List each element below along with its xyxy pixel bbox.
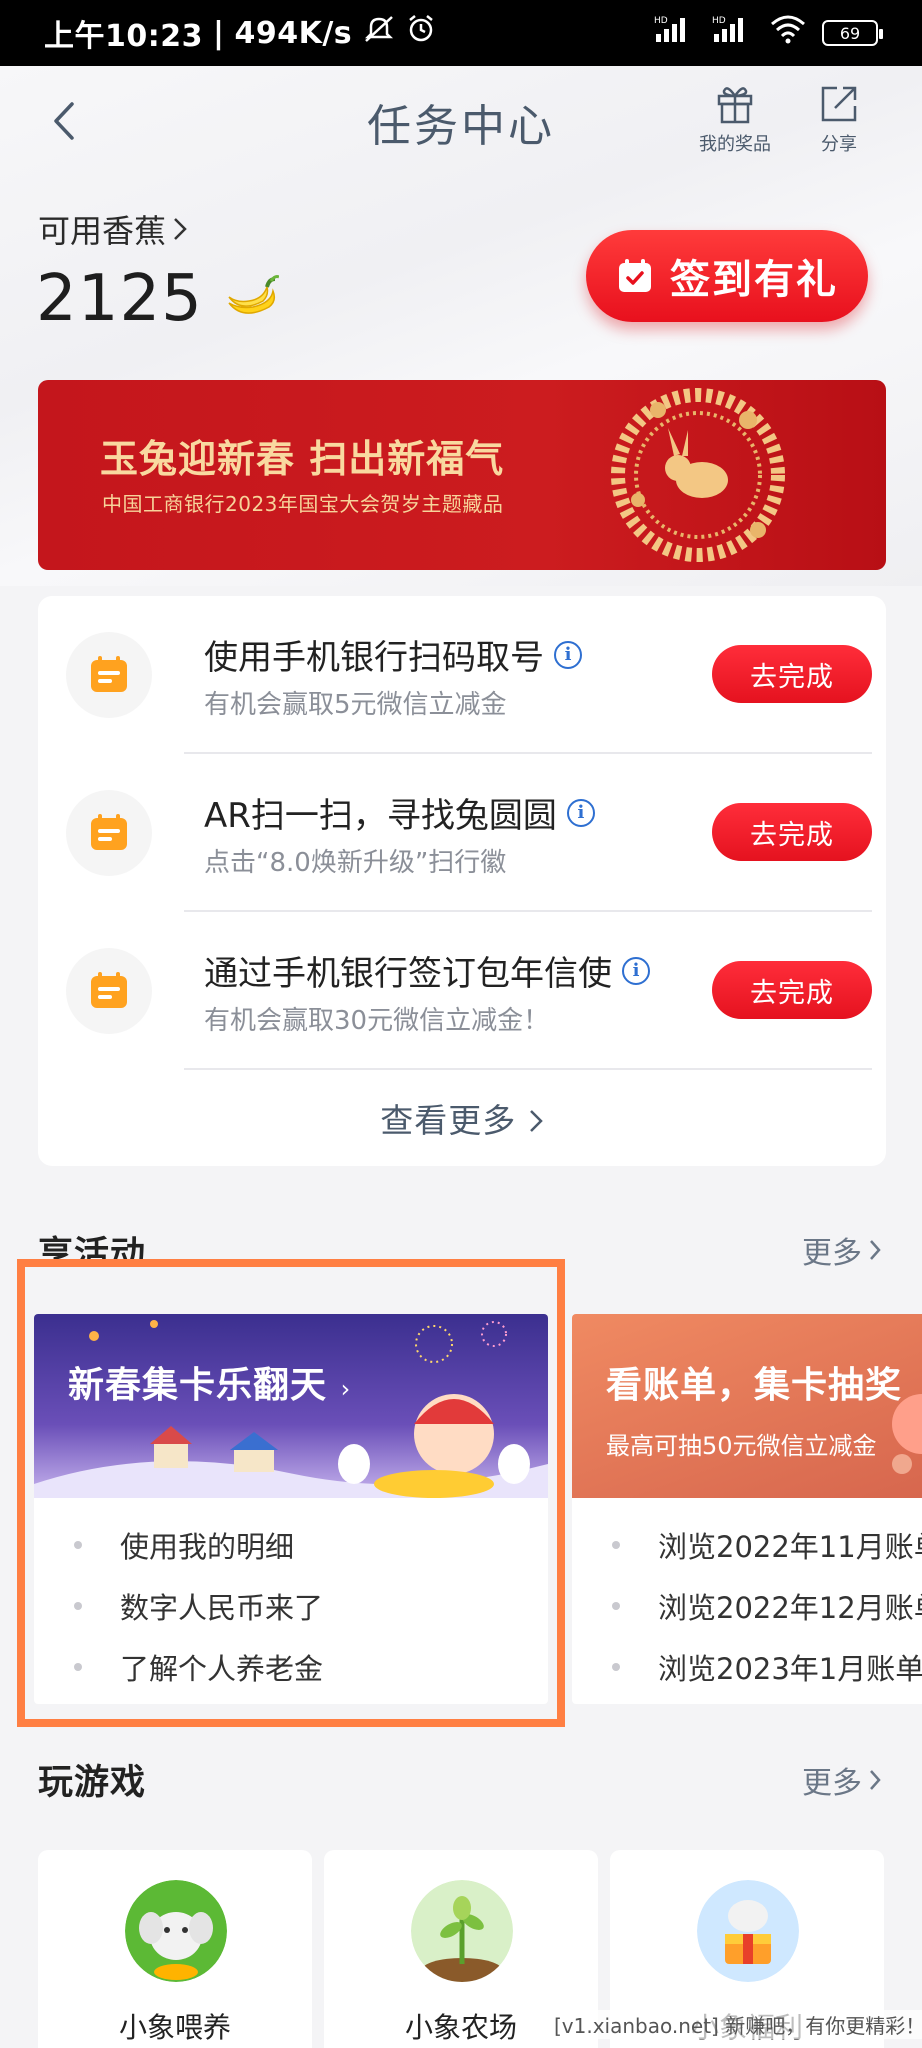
elephant-farm-icon bbox=[411, 1880, 513, 1982]
more-label: 更多 bbox=[802, 1236, 862, 1271]
gift-icon bbox=[717, 87, 753, 124]
share-icon bbox=[821, 86, 857, 122]
see-more-tasks-link[interactable]: 查看更多 bbox=[38, 1094, 886, 1142]
task-complete-button[interactable]: 去完成 bbox=[712, 645, 872, 703]
rabbit-papercut-illustration bbox=[611, 388, 785, 562]
watermark-text: [v1.xianbao.net] 新赚吧，有你更精彩！ bbox=[552, 2010, 922, 2039]
wifi-icon bbox=[768, 14, 808, 52]
page-title: 任务中心 bbox=[367, 101, 555, 152]
task-list-card: 使用手机银行扫码取号 i 有机会赢取5元微信立减金 去完成 AR扫一扫，寻找兔圆圆… bbox=[38, 596, 886, 1166]
list-item[interactable]: 浏览2023年1月账单 bbox=[612, 1636, 922, 1697]
task-icon bbox=[66, 790, 152, 876]
task-title: 使用手机银行扫码取号 bbox=[204, 638, 544, 678]
chevron-right-icon bbox=[174, 218, 187, 240]
task-complete-button[interactable]: 去完成 bbox=[712, 961, 872, 1019]
nav-bar: 任务中心 我的奖品 分享 bbox=[0, 66, 922, 170]
list-item[interactable]: 浏览2022年11月账单 bbox=[612, 1514, 922, 1575]
divider bbox=[184, 1068, 872, 1070]
task-subtitle: 点击“8.0焕新升级”扫行徽 bbox=[204, 848, 507, 878]
signal-icon: HD bbox=[652, 14, 696, 52]
info-icon[interactable]: i bbox=[554, 640, 582, 669]
chevron-right-icon bbox=[870, 1770, 881, 1790]
my-prizes-label: 我的奖品 bbox=[699, 134, 771, 155]
task-complete-button[interactable]: 去完成 bbox=[712, 803, 872, 861]
banana-icon bbox=[228, 275, 279, 314]
task-subtitle: 有机会赢取30元微信立减金！ bbox=[204, 1006, 550, 1036]
info-icon[interactable]: i bbox=[566, 798, 595, 827]
games-section-title: 玩游戏 bbox=[38, 1763, 147, 1803]
sign-in-label: 签到有礼 bbox=[670, 257, 838, 303]
task-row: 通过手机银行签订包年信使 i 有机会赢取30元微信立减金！ 去完成 bbox=[38, 912, 886, 1070]
available-bananas-label: 可用香蕉 bbox=[38, 212, 167, 250]
sign-in-gift-button[interactable]: 签到有礼 bbox=[586, 230, 868, 322]
promo-banner[interactable]: 玉兔迎新春 扫出新福气 中国工商银行2023年国宝大会贺岁主题藏品 bbox=[38, 380, 886, 570]
chevron-right-icon bbox=[870, 1240, 881, 1260]
activity-task-list: 浏览2022年11月账单 浏览2022年12月账单 浏览2023年1月账单 bbox=[612, 1514, 922, 1697]
signal-icon: HD bbox=[710, 14, 754, 52]
task-title: 通过手机银行签订包年信使 bbox=[204, 954, 612, 994]
activity-card-subtitle: 最高可抽50元微信立减金 bbox=[606, 1432, 877, 1460]
game-label: 小象喂养 bbox=[118, 2011, 231, 2044]
battery-icon: 69 bbox=[822, 20, 883, 46]
svg-text:HD: HD bbox=[654, 16, 668, 26]
calendar-icon bbox=[91, 814, 127, 850]
promo-title: 玉兔迎新春 扫出新福气 bbox=[100, 437, 505, 481]
status-bar: 上午10:23 | 494K/s HD HD 69 bbox=[0, 0, 922, 66]
see-more-label: 查看更多 bbox=[380, 1101, 517, 1140]
status-time: 上午10:23 bbox=[44, 19, 203, 54]
list-item[interactable]: 浏览2022年12月账单 bbox=[612, 1575, 922, 1636]
activity-card[interactable]: 看账单，集卡抽奖 最高可抽50元微信立减金 浏览2022年11月账单 浏览202… bbox=[572, 1314, 922, 1704]
share-label: 分享 bbox=[821, 134, 857, 155]
available-bananas-link[interactable]: 可用香蕉 bbox=[38, 206, 188, 252]
calendar-icon bbox=[91, 656, 127, 692]
highlight-annotation bbox=[17, 1259, 565, 1727]
elephant-welfare-icon bbox=[697, 1880, 799, 1982]
task-row: AR扫一扫，寻找兔圆圆 i 点击“8.0焕新升级”扫行徽 去完成 bbox=[38, 754, 886, 912]
banana-count: 2125 bbox=[36, 262, 203, 336]
more-label: 更多 bbox=[802, 1766, 862, 1801]
share-button[interactable]: 分享 bbox=[794, 82, 884, 156]
task-center-page: 上午10:23 | 494K/s HD HD 69 任务中心 我的奖品 分享 可… bbox=[0, 0, 922, 2048]
calendar-check-icon bbox=[619, 259, 651, 292]
elephant-feeding-icon bbox=[125, 1880, 227, 1982]
chevron-right-icon bbox=[529, 1110, 543, 1132]
info-icon[interactable]: i bbox=[622, 956, 650, 985]
mute-icon bbox=[362, 14, 396, 52]
task-icon bbox=[66, 632, 152, 718]
alarm-icon bbox=[406, 14, 436, 52]
games-more-link[interactable]: 更多 bbox=[802, 1758, 882, 1802]
activities-more-link[interactable]: 更多 bbox=[802, 1228, 882, 1272]
banana-balance: 2125 bbox=[36, 262, 279, 336]
task-subtitle: 有机会赢取5元微信立减金 bbox=[204, 690, 507, 720]
task-icon bbox=[66, 948, 152, 1034]
activity-card-title: 看账单，集卡抽奖 bbox=[606, 1365, 903, 1406]
status-network-speed: 494K/s bbox=[234, 15, 353, 51]
promo-subtitle: 中国工商银行2023年国宝大会贺岁主题藏品 bbox=[102, 492, 504, 516]
task-row: 使用手机银行扫码取号 i 有机会赢取5元微信立减金 去完成 bbox=[38, 596, 886, 754]
game-card[interactable]: 小象喂养 bbox=[38, 1850, 312, 2048]
task-title: AR扫一扫，寻找兔圆圆 bbox=[204, 796, 557, 836]
svg-text:HD: HD bbox=[712, 16, 726, 26]
my-prizes-button[interactable]: 我的奖品 bbox=[690, 82, 780, 156]
calendar-icon bbox=[91, 972, 127, 1008]
